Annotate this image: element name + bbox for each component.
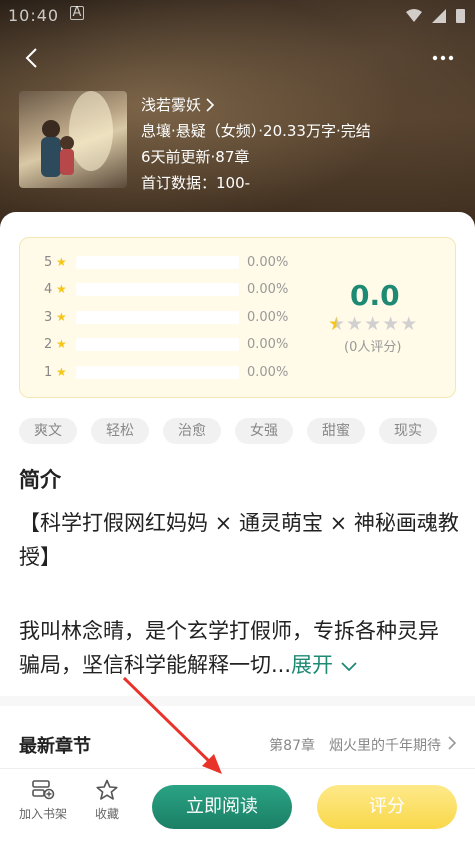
tag[interactable]: 治愈 <box>163 418 221 444</box>
tag-list: 爽文 轻松 治愈 女强 甜蜜 现实 <box>19 418 437 444</box>
tag[interactable]: 轻松 <box>91 418 149 444</box>
top-nav <box>0 36 475 80</box>
rating-star-label: 5 <box>44 254 53 270</box>
rating-count: (0人评分) <box>344 340 402 355</box>
star-icon: ★ <box>56 365 67 379</box>
rating-star-label: 3 <box>44 309 53 325</box>
update-line: 6天前更新·87章 <box>141 148 250 166</box>
tag[interactable]: 现实 <box>379 418 437 444</box>
rate-button[interactable]: 评分 <box>317 785 457 829</box>
bottom-bar: 加入书架 收藏 立即阅读 评分 <box>0 768 475 844</box>
intro-title: 简介 <box>19 468 61 492</box>
add-to-shelf-button[interactable]: 加入书架 <box>17 779 69 822</box>
author-link[interactable]: 浅若雾妖 <box>141 92 371 118</box>
rating-pct: 0.00% <box>247 254 289 270</box>
rating-star-label: 1 <box>44 364 53 380</box>
star-empty-icon: ★ <box>364 313 382 335</box>
bookshelf-add-icon <box>32 780 55 800</box>
expand-link[interactable]: 展开 <box>291 653 358 677</box>
status-icons <box>406 8 465 23</box>
tag[interactable]: 甜蜜 <box>307 418 365 444</box>
star-empty-icon: ★ <box>382 313 400 335</box>
rating-pct: 0.00% <box>247 281 289 297</box>
rating-star-label: 2 <box>44 336 53 352</box>
star-icon: ★ <box>56 255 67 269</box>
book-cover[interactable] <box>19 91 127 188</box>
read-now-button[interactable]: 立即阅读 <box>152 785 292 829</box>
rating-row-3: 3 ★ 0.00% <box>44 307 288 327</box>
rating-star-label: 4 <box>44 281 53 297</box>
chevron-down-icon <box>341 662 357 672</box>
book-info: 浅若雾妖 息壤·悬疑（女频）·20.33万字·完结 6天前更新·87章 首订数据… <box>141 92 371 196</box>
more-icon[interactable] <box>427 44 459 72</box>
favorite-button[interactable]: 收藏 <box>81 779 133 822</box>
genre-line: 息壤·悬疑（女频）·20.33万字·完结 <box>141 122 371 140</box>
rating-row-2: 2 ★ 0.00% <box>44 334 288 354</box>
rating-bar <box>76 337 239 351</box>
section-divider <box>0 696 475 706</box>
rating-bar <box>76 365 239 379</box>
signal-icon <box>432 8 446 23</box>
intro-summary[interactable]: 我叫林念晴，是个玄学打假师，专拆各种灵异骗局，坚信科学能解释一切...展开 <box>19 614 459 682</box>
intro-line1: 【科学打假网红妈妈 × 通灵萌宝 × 神秘画魂教授】 <box>19 511 459 569</box>
battery-icon <box>456 9 465 23</box>
star-icon: ★ <box>56 310 67 324</box>
rating-bar <box>76 282 239 296</box>
status-time: 10:40 <box>8 6 60 25</box>
latest-chapter-label: 最新章节 <box>19 736 91 757</box>
chevron-right-icon[interactable] <box>447 735 457 751</box>
star-empty-icon: ★ <box>400 313 418 335</box>
rating-row-5: 5 ★ 0.00% <box>44 252 288 272</box>
star-half-icon: ★ <box>328 313 346 335</box>
tag[interactable]: 爽文 <box>19 418 77 444</box>
status-bar: 10:40 A <box>0 0 475 32</box>
rating-score: 0.0 <box>350 279 400 312</box>
subscribe-line: 首订数据：100- <box>141 174 251 192</box>
author-name: 浅若雾妖 <box>141 96 202 114</box>
star-icon: ★ <box>56 337 67 351</box>
expand-label: 展开 <box>291 653 334 677</box>
shelf-label: 加入书架 <box>18 807 67 821</box>
tag[interactable]: 女强 <box>235 418 293 444</box>
chevron-right-icon <box>206 98 215 112</box>
star-outline-icon <box>96 779 118 800</box>
wifi-icon <box>406 8 422 22</box>
intro-line2: 我叫林念晴，是个玄学打假师，专拆各种灵异骗局，坚信科学能解释一切... <box>19 619 439 677</box>
star-icon: ★ <box>56 282 67 296</box>
back-arrow-icon[interactable] <box>18 44 46 72</box>
rating-bar <box>76 255 239 269</box>
rating-stars: ★ ★ ★ ★ ★ <box>328 313 417 335</box>
rating-card: 5 ★ 0.00% 4 ★ 0.00% 3 ★ 0.00% 2 ★ 0.00% … <box>19 237 456 398</box>
rating-pct: 0.00% <box>247 336 289 352</box>
rating-pct: 0.00% <box>247 309 289 325</box>
rating-row-4: 4 ★ 0.00% <box>44 279 288 299</box>
rating-row-1: 1 ★ 0.00% <box>44 362 288 382</box>
latest-chapter-title[interactable]: 第87章 烟火里的千年期待 <box>269 735 441 755</box>
fav-label: 收藏 <box>94 807 119 821</box>
cover-illustration <box>41 91 113 177</box>
rating-pct: 0.00% <box>247 364 289 380</box>
rating-bar <box>76 310 239 324</box>
star-empty-icon: ★ <box>346 313 364 335</box>
status-indicator: A <box>70 6 84 20</box>
